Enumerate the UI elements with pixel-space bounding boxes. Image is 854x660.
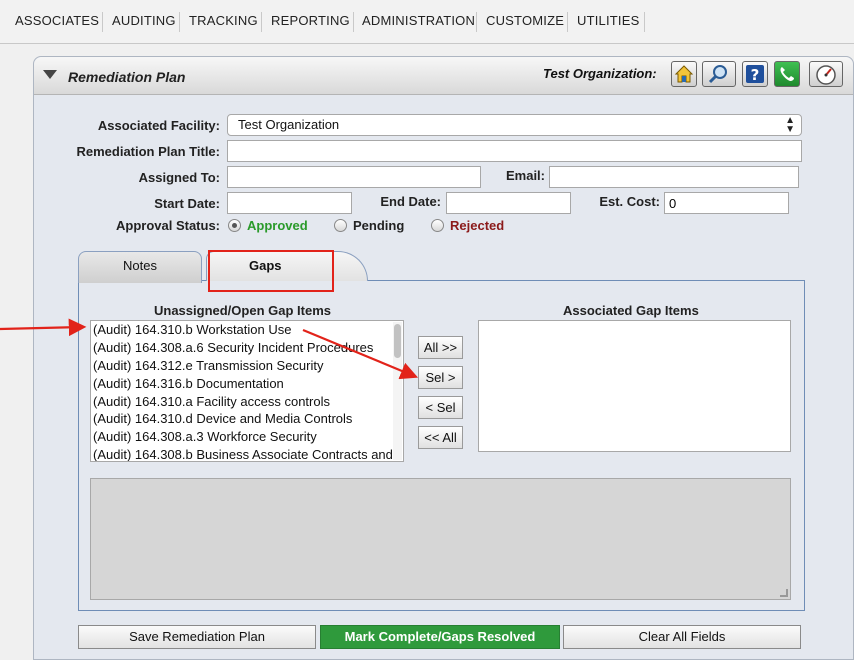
annotation-arrow-left bbox=[0, 318, 87, 337]
annotation-arrows bbox=[0, 318, 419, 380]
annotation-arrow-to-sel bbox=[302, 328, 419, 380]
